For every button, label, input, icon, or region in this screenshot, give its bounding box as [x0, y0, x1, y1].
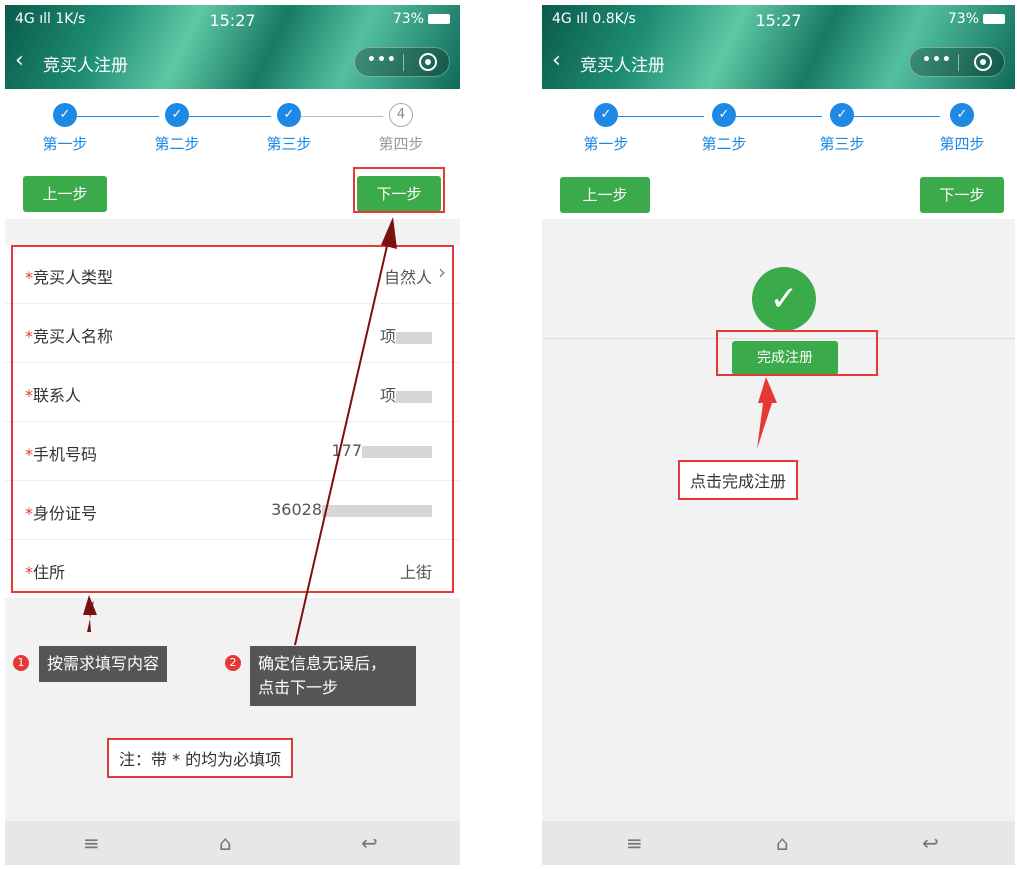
tip-number-2: 2	[225, 655, 241, 671]
next-button-highlight	[353, 167, 445, 213]
capsule-divider	[403, 54, 404, 71]
phone-screen-step3: 4G ıll 1K/s 15:27 73% ‹ 竞买人注册 ••• ✓ 第一步 …	[5, 5, 460, 865]
capsule-divider	[958, 54, 959, 71]
battery-icon	[983, 14, 1005, 24]
step-number: 4	[389, 103, 413, 127]
back-icon[interactable]: ↩	[361, 831, 378, 855]
battery-indicator: 73%	[393, 11, 450, 27]
battery-indicator: 73%	[948, 11, 1005, 27]
finish-tip: 点击完成注册	[678, 460, 799, 500]
prev-step-button[interactable]: 上一步	[560, 177, 650, 213]
mini-program-capsule[interactable]: •••	[909, 47, 1005, 77]
check-icon: ✓	[712, 103, 736, 127]
menu-icon[interactable]: ≡	[626, 831, 643, 855]
tip-number-1: 1	[13, 655, 29, 671]
clock: 15:27	[209, 11, 256, 30]
step-label: 第一步	[42, 135, 88, 153]
step-label: 第二步	[701, 135, 747, 153]
step-2: ✓ 第二步	[137, 103, 217, 154]
form-highlight	[11, 245, 454, 593]
check-icon: ✓	[165, 103, 189, 127]
android-nav-bar: ≡ ⌂ ↩	[542, 821, 1015, 865]
step-1: ✓ 第一步	[25, 103, 105, 154]
step-label: 第二步	[154, 135, 200, 153]
step-2: ✓ 第二步	[684, 103, 764, 154]
title-bar: 4G ıll 1K/s 15:27 73% ‹ 竞买人注册 •••	[5, 5, 460, 89]
tip-confirm-next: 确定信息无误后， 点击下一步	[250, 646, 416, 706]
check-icon: ✓	[950, 103, 974, 127]
page-title: 竞买人注册	[43, 56, 128, 76]
required-note: 注：带 * 的均为必填项	[107, 738, 294, 778]
step-label: 第四步	[378, 135, 424, 153]
check-icon: ✓	[830, 103, 854, 127]
more-icon[interactable]: •••	[367, 52, 397, 68]
arrow-1-head	[83, 595, 97, 615]
step-label: 第一步	[583, 135, 629, 153]
step-label: 第三步	[819, 135, 865, 153]
arrow-1	[87, 601, 94, 632]
finish-button-highlight	[716, 330, 878, 376]
check-icon: ✓	[594, 103, 618, 127]
tip-line: 点击下一步	[258, 678, 339, 697]
step-1: ✓ 第一步	[566, 103, 646, 154]
success-check-icon: ✓	[752, 267, 816, 331]
android-nav-bar: ≡ ⌂ ↩	[5, 821, 460, 865]
menu-icon[interactable]: ≡	[83, 831, 100, 855]
back-icon[interactable]: ↩	[922, 831, 939, 855]
tip-line: 确定信息无误后，	[258, 654, 387, 673]
check-icon: ✓	[53, 103, 77, 127]
more-icon[interactable]: •••	[922, 52, 952, 68]
page-title: 竞买人注册	[580, 56, 665, 76]
step-3: ✓ 第三步	[249, 103, 329, 154]
step-4: 4 第四步	[361, 103, 441, 154]
battery-icon	[428, 14, 450, 24]
phone-screen-step4: 4G ıll 0.8K/s 15:27 73% ‹ 竞买人注册 ••• ✓ 第一…	[542, 5, 1015, 865]
check-icon: ✓	[277, 103, 301, 127]
prev-step-button[interactable]: 上一步	[23, 176, 107, 212]
back-arrow-icon[interactable]: ‹	[552, 49, 561, 73]
close-target-icon[interactable]	[974, 53, 992, 71]
arrow-finish	[757, 377, 777, 449]
status-bar: 4G ıll 1K/s 15:27 73%	[15, 11, 450, 31]
step-3: ✓ 第三步	[802, 103, 882, 154]
mini-program-capsule[interactable]: •••	[354, 47, 450, 77]
status-bar: 4G ıll 0.8K/s 15:27 73%	[552, 11, 1005, 31]
step-label: 第四步	[939, 135, 985, 153]
tip-fill-content: 按需求填写内容	[39, 646, 168, 682]
home-icon[interactable]: ⌂	[776, 831, 789, 855]
title-bar: 4G ıll 0.8K/s 15:27 73% ‹ 竞买人注册 •••	[542, 5, 1015, 89]
steps-area: ✓ 第一步 ✓ 第二步 ✓ 第三步 ✓ 第四步 上一步 下一步	[542, 89, 1015, 219]
next-step-button[interactable]: 下一步	[920, 177, 1004, 213]
close-target-icon[interactable]	[419, 53, 437, 71]
step-4: ✓ 第四步	[922, 103, 1002, 154]
home-icon[interactable]: ⌂	[219, 831, 232, 855]
back-arrow-icon[interactable]: ‹	[15, 49, 24, 73]
clock: 15:27	[755, 11, 802, 30]
step-label: 第三步	[266, 135, 312, 153]
